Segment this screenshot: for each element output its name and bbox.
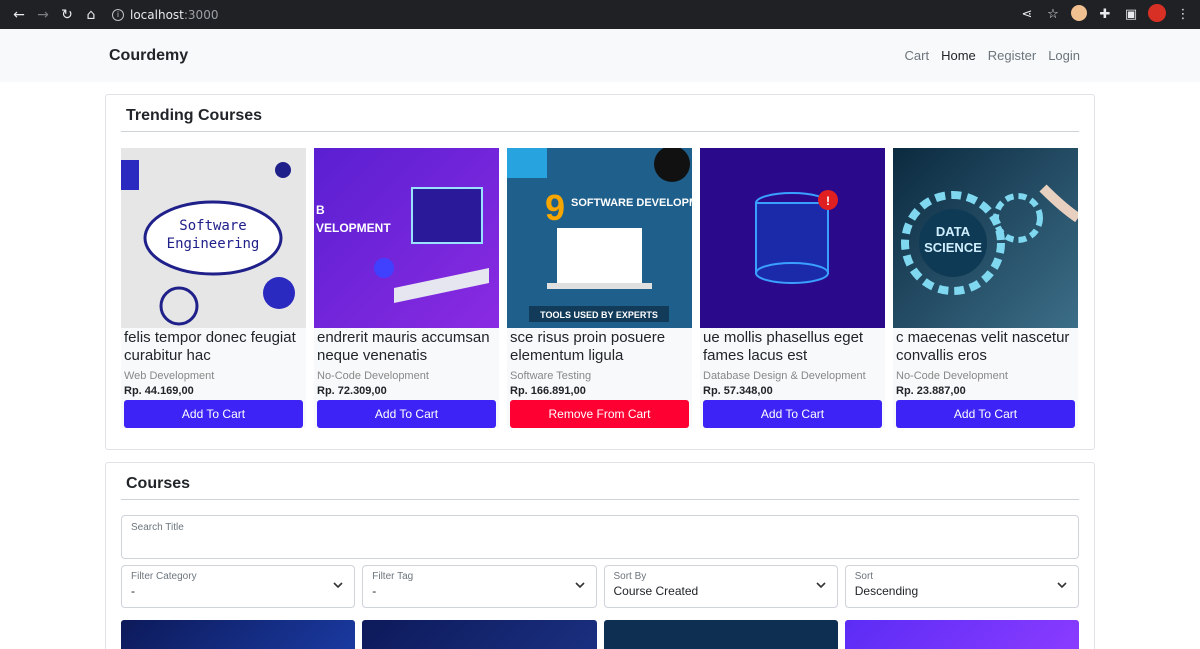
course-category: No-Code Development [317, 370, 429, 382]
share-icon[interactable]: ⋖ [1018, 7, 1036, 22]
course-name[interactable]: c maecenas velit nascetur convallis eros [893, 328, 1078, 368]
course-card[interactable]: Software Engineering felis tempor donec … [121, 148, 306, 428]
course-name[interactable]: sce risus proin posuere elementum ligula [507, 328, 692, 368]
forward-icon[interactable]: → [32, 4, 54, 26]
svg-text:9: 9 [545, 187, 565, 228]
nav-link-register[interactable]: Register [988, 48, 1036, 63]
course-category: Software Testing [510, 370, 592, 382]
course-price: Rp. 44.169,00 [124, 385, 194, 397]
course-name[interactable]: felis tempor donec feugiat curabitur hac [121, 328, 306, 368]
course-category: Web Development [124, 370, 215, 382]
trending-title: Trending Courses [121, 95, 1079, 132]
course-name[interactable]: endrerit mauris accumsan neque venenatis [314, 328, 499, 368]
profile-extension-icon[interactable] [1070, 4, 1088, 25]
address-bar[interactable]: i localhost:3000 [112, 3, 1010, 26]
navbar: Courdemy Cart Home Register Login [0, 29, 1200, 82]
courses-card: Courses Search Title Filter Category - F… [105, 462, 1095, 649]
course-card[interactable]: 9 SOFTWARE DEVELOPMENT TOOLS USED BY EXP… [507, 148, 692, 428]
trending-courses-card: Trending Courses Software Engineering fe… [105, 94, 1095, 450]
course-card[interactable]: B VELOPMENT endrerit mauris accumsan neq… [314, 148, 499, 428]
search-title-input[interactable]: Search Title [121, 515, 1079, 559]
info-icon[interactable]: i [112, 8, 124, 21]
address-port: :3000 [183, 7, 219, 22]
home-icon[interactable]: ⌂ [80, 4, 102, 26]
sort-order-select[interactable]: Sort Descending [844, 565, 1079, 608]
star-icon[interactable]: ☆ [1044, 7, 1062, 22]
svg-text:SOFTWARE DEVELOPMENT: SOFTWARE DEVELOPMENT [571, 197, 692, 209]
menu-icon[interactable]: ⋮ [1174, 7, 1192, 22]
nav-link-cart[interactable]: Cart [905, 48, 930, 63]
svg-text:!: ! [826, 194, 830, 208]
course-thumbnail[interactable]: DATA SCIENCE [893, 148, 1078, 328]
nav-link-home[interactable]: Home [941, 48, 976, 63]
add-to-cart-button[interactable]: Add To Cart [896, 400, 1075, 428]
nav-links: Cart Home Register Login [905, 48, 1080, 63]
course-price: Rp. 72.309,00 [317, 385, 387, 397]
course-name[interactable]: ue mollis phasellus eget fames lacus est [700, 328, 885, 368]
svg-text:Engineering: Engineering [167, 236, 260, 252]
course-thumbnail[interactable] [362, 620, 597, 649]
course-thumbnail[interactable]: B VELOPMENT [314, 148, 499, 328]
back-icon[interactable]: ← [8, 4, 30, 26]
svg-text:TOOLS USED BY EXPERTS: TOOLS USED BY EXPERTS [540, 310, 658, 320]
nav-link-login[interactable]: Login [1048, 48, 1080, 63]
brand-logo[interactable]: Courdemy [109, 47, 188, 65]
svg-text:DATA: DATA [936, 224, 971, 239]
course-thumbnail[interactable]: ! [700, 148, 885, 328]
course-thumbnail[interactable] [603, 620, 838, 649]
chevron-down-icon [333, 582, 343, 589]
remove-from-cart-button[interactable]: Remove From Cart [510, 400, 689, 428]
search-title-label: Search Title [131, 522, 184, 533]
add-to-cart-button[interactable]: Add To Cart [124, 400, 303, 428]
add-to-cart-button[interactable]: Add To Cart [703, 400, 882, 428]
filter-category-select[interactable]: Filter Category - [121, 565, 356, 608]
course-price: Rp. 23.887,00 [896, 385, 966, 397]
svg-text:B: B [316, 203, 325, 217]
sort-by-select[interactable]: Sort By Course Created [603, 565, 838, 608]
course-card[interactable]: DATA SCIENCE c maecenas velit nascetur c… [893, 148, 1078, 428]
course-thumbnail[interactable] [844, 620, 1079, 649]
course-card[interactable]: ! ue mollis phasellus eget fames lacus e… [700, 148, 885, 428]
chevron-down-icon [816, 582, 826, 589]
course-price: Rp. 57.348,00 [703, 385, 773, 397]
course-thumbnail[interactable]: 9 SOFTWARE DEVELOPMENT TOOLS USED BY EXP… [507, 148, 692, 328]
courses-title: Courses [121, 463, 1079, 500]
address-host: localhost [130, 7, 184, 22]
reload-icon[interactable]: ↻ [56, 4, 78, 26]
course-thumbnail[interactable] [121, 620, 356, 649]
course-category: No-Code Development [896, 370, 1008, 382]
thumb-text: Software [179, 218, 246, 234]
svg-text:VELOPMENT: VELOPMENT [316, 221, 391, 235]
chevron-down-icon [1057, 582, 1067, 589]
add-to-cart-button[interactable]: Add To Cart [317, 400, 496, 428]
chevron-down-icon [574, 582, 585, 589]
svg-text:SCIENCE: SCIENCE [924, 240, 982, 255]
side-panel-icon[interactable]: ▣ [1122, 7, 1140, 22]
course-price: Rp. 166.891,00 [510, 385, 586, 397]
extensions-icon[interactable]: ✚ [1096, 7, 1114, 22]
browser-toolbar: ← → ↻ ⌂ i localhost:3000 ⋖ ☆ ✚ ▣ ⋮ [0, 0, 1200, 29]
course-category: Database Design & Development [703, 370, 866, 382]
course-thumbnail[interactable]: Software Engineering [121, 148, 306, 328]
profile-avatar[interactable] [1148, 3, 1166, 26]
filter-tag-select[interactable]: Filter Tag - [362, 565, 597, 608]
